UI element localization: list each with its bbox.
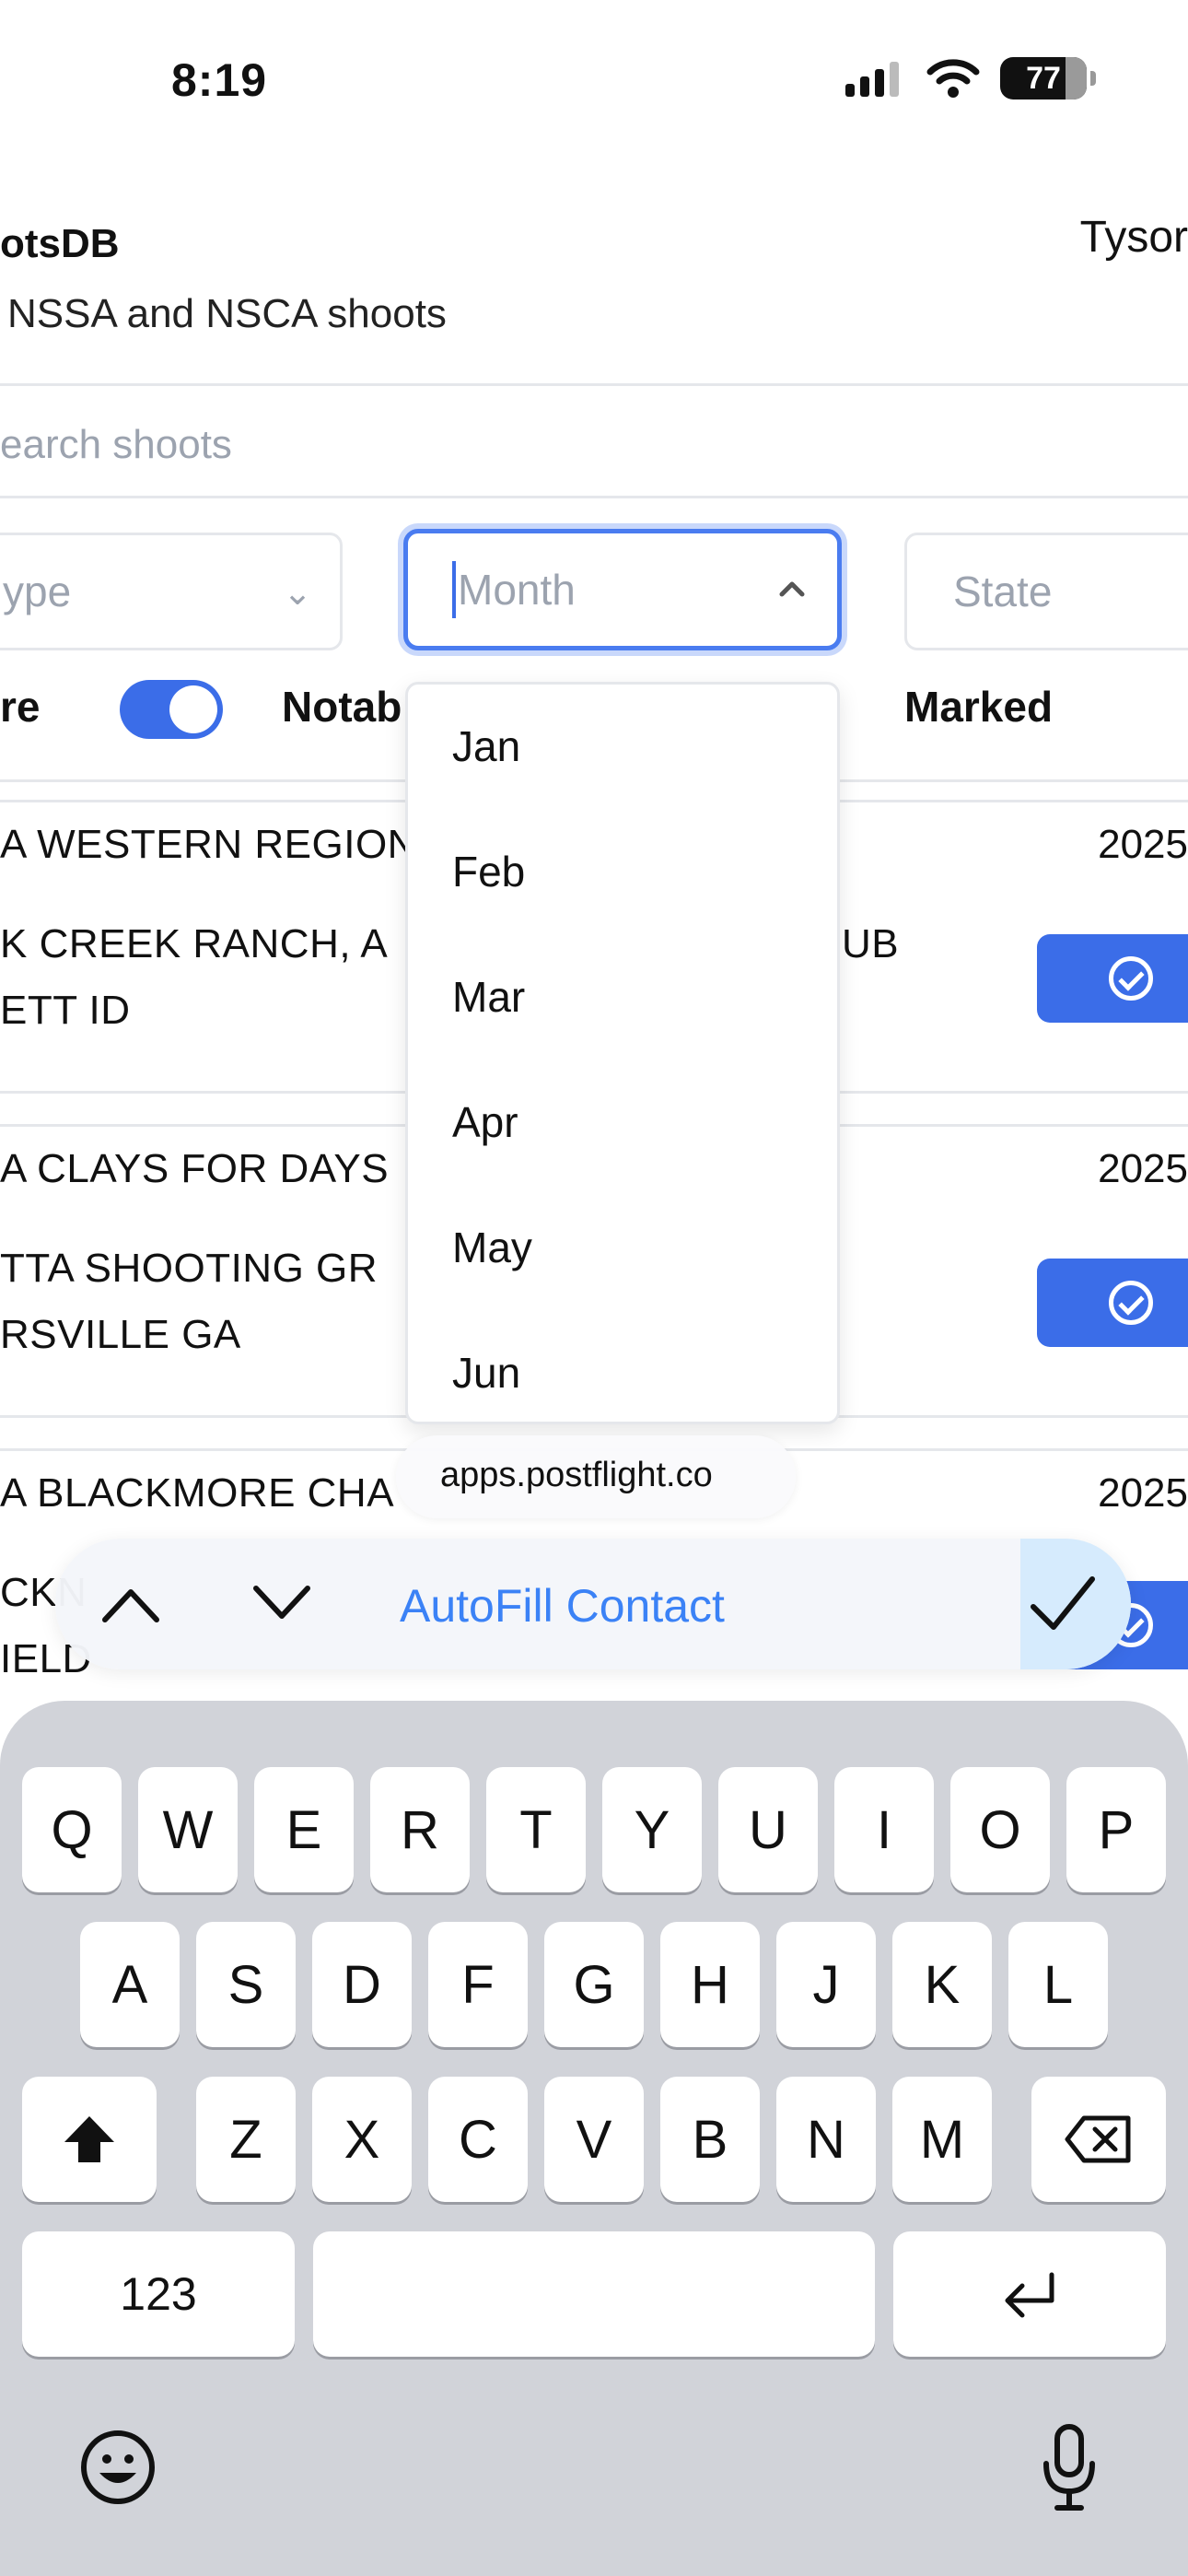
key-w[interactable]: W bbox=[138, 1767, 238, 1892]
month-option[interactable]: Mar bbox=[452, 972, 525, 1022]
filter-label-left: re bbox=[0, 683, 41, 731]
key-i[interactable]: I bbox=[834, 1767, 934, 1892]
shoot-title[interactable]: A WESTERN REGION bbox=[0, 822, 417, 868]
check-circle-icon bbox=[1109, 956, 1153, 1001]
key-y[interactable]: Y bbox=[602, 1767, 702, 1892]
key-l[interactable]: L bbox=[1008, 1922, 1108, 2047]
space-key[interactable] bbox=[313, 2231, 875, 2357]
check-circle-icon bbox=[1109, 1281, 1153, 1325]
key-b[interactable]: B bbox=[660, 2077, 760, 2202]
wifi-icon bbox=[926, 59, 980, 98]
key-v[interactable]: V bbox=[544, 2077, 644, 2202]
autofill-contact-button[interactable]: AutoFill Contact bbox=[400, 1579, 725, 1633]
type-select[interactable]: ype ⌄ bbox=[0, 533, 343, 650]
mark-button[interactable] bbox=[1037, 1259, 1188, 1347]
key-k[interactable]: K bbox=[892, 1922, 992, 2047]
shoot-year: 2025 bbox=[1098, 822, 1188, 867]
month-option[interactable]: Jun bbox=[452, 1348, 520, 1398]
chevron-down-icon[interactable] bbox=[249, 1581, 315, 1627]
key-p[interactable]: P bbox=[1066, 1767, 1166, 1892]
autofill-bar: AutoFill Contact bbox=[55, 1539, 1131, 1669]
delete-key[interactable] bbox=[1031, 2077, 1166, 2202]
notable-label[interactable]: Notab bbox=[282, 682, 402, 732]
shoot-location-tail: UB bbox=[842, 921, 900, 966]
shoot-title[interactable]: A BLACKMORE CHA bbox=[0, 1470, 394, 1516]
url-pill: apps.postflight.co bbox=[396, 1435, 796, 1518]
month-dropdown[interactable]: Jan Feb Mar Apr May Jun bbox=[405, 682, 840, 1424]
search-input[interactable]: earch shoots bbox=[0, 422, 232, 468]
key-t[interactable]: T bbox=[486, 1767, 586, 1892]
status-icons: 77 bbox=[845, 57, 1096, 100]
return-key[interactable] bbox=[893, 2231, 1166, 2357]
microphone-icon[interactable] bbox=[1039, 2421, 1100, 2513]
month-select[interactable]: Month bbox=[403, 529, 842, 650]
status-time: 8:19 bbox=[171, 54, 268, 106]
shoot-location: K CREEK RANCH, A bbox=[0, 921, 389, 966]
shift-key[interactable] bbox=[22, 2077, 157, 2202]
key-c[interactable]: C bbox=[428, 2077, 528, 2202]
chevron-up-icon bbox=[779, 581, 805, 597]
cellular-signal-icon bbox=[845, 62, 899, 97]
app-title: otsDB bbox=[0, 221, 120, 266]
key-r[interactable]: R bbox=[370, 1767, 470, 1892]
text-cursor bbox=[452, 561, 456, 618]
shift-icon bbox=[64, 2116, 114, 2162]
key-z[interactable]: Z bbox=[196, 2077, 296, 2202]
divider bbox=[0, 383, 1188, 386]
filter-toggle[interactable] bbox=[120, 680, 223, 739]
shoot-title[interactable]: A CLAYS FOR DAYS bbox=[0, 1146, 389, 1192]
numbers-key[interactable]: 123 bbox=[22, 2231, 295, 2357]
key-n[interactable]: N bbox=[776, 2077, 876, 2202]
month-select-value: Month bbox=[458, 566, 576, 614]
key-o[interactable]: O bbox=[950, 1767, 1050, 1892]
key-e[interactable]: E bbox=[254, 1767, 354, 1892]
month-option[interactable]: May bbox=[452, 1223, 532, 1272]
key-x[interactable]: X bbox=[312, 2077, 412, 2202]
key-a[interactable]: A bbox=[80, 1922, 180, 2047]
battery-level: 77 bbox=[1026, 60, 1061, 96]
key-u[interactable]: U bbox=[718, 1767, 818, 1892]
user-name[interactable]: Tysor bbox=[1080, 212, 1188, 263]
marked-label[interactable]: Marked bbox=[904, 682, 1053, 732]
key-f[interactable]: F bbox=[428, 1922, 528, 2047]
key-h[interactable]: H bbox=[660, 1922, 760, 2047]
month-option[interactable]: Feb bbox=[452, 847, 525, 896]
battery-icon: 77 bbox=[1000, 57, 1096, 100]
checkmark-icon bbox=[1031, 1576, 1095, 1630]
return-icon bbox=[1005, 2272, 1054, 2318]
key-q[interactable]: Q bbox=[22, 1767, 122, 1892]
url-text: apps.postflight.co bbox=[440, 1456, 713, 1494]
shoot-year: 2025 bbox=[1098, 1146, 1188, 1191]
backspace-icon bbox=[1065, 2115, 1131, 2163]
divider bbox=[0, 496, 1188, 498]
emoji-icon[interactable] bbox=[79, 2429, 157, 2506]
app-subtitle: NSSA and NSCA shoots bbox=[7, 291, 447, 336]
shoot-year: 2025 bbox=[1098, 1470, 1188, 1516]
month-option[interactable]: Jan bbox=[452, 721, 520, 771]
key-m[interactable]: M bbox=[892, 2077, 992, 2202]
shoot-location-city: RSVILLE GA bbox=[0, 1312, 241, 1357]
key-g[interactable]: G bbox=[544, 1922, 644, 2047]
mark-button[interactable] bbox=[1037, 934, 1188, 1023]
key-j[interactable]: J bbox=[776, 1922, 876, 2047]
type-select-value: ype bbox=[3, 568, 72, 615]
state-select-value: State bbox=[953, 568, 1053, 615]
keyboard: Q W E R T Y U I O P A S D F G H J K L Z … bbox=[0, 1701, 1188, 2576]
month-option[interactable]: Apr bbox=[452, 1097, 518, 1147]
chevron-down-icon: ⌄ bbox=[283, 574, 312, 613]
chevron-up-icon[interactable] bbox=[98, 1581, 164, 1627]
shoot-location-city: ETT ID bbox=[0, 988, 131, 1033]
key-s[interactable]: S bbox=[196, 1922, 296, 2047]
key-d[interactable]: D bbox=[312, 1922, 412, 2047]
state-select[interactable]: State bbox=[904, 533, 1188, 650]
shoot-location: TTA SHOOTING GR bbox=[0, 1246, 379, 1291]
